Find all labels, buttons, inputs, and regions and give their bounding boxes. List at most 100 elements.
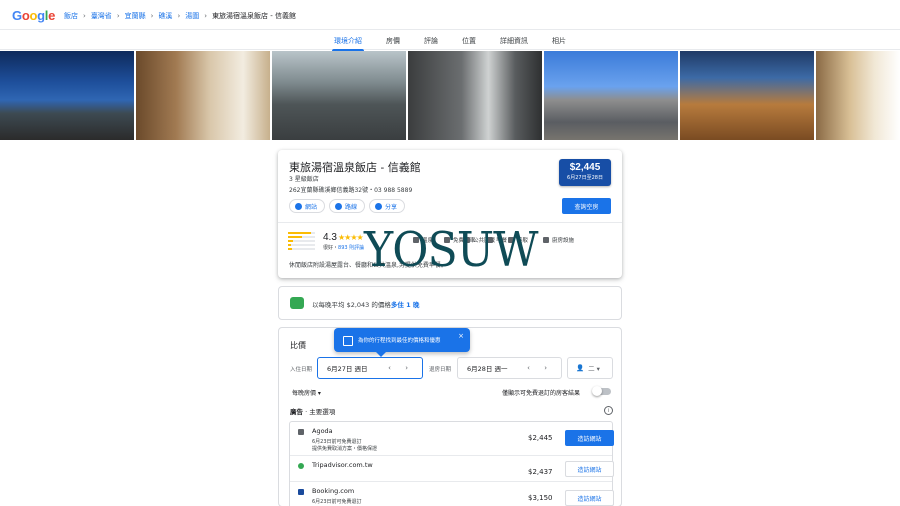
review-prefix: 很好	[323, 245, 334, 251]
logo-letter: o	[29, 8, 38, 23]
amenity-label: 廚房設施	[552, 238, 575, 244]
photo-strip[interactable]	[0, 51, 900, 140]
provider-logo-icon	[298, 463, 304, 469]
rating-histogram	[288, 232, 315, 252]
offer-row[interactable]: Booking.com 6月23日前可免費退訂 $3,150 造訪網站	[290, 482, 614, 506]
visit-site-button[interactable]: 造訪網站	[565, 490, 614, 506]
provider-name: Booking.com	[312, 487, 355, 495]
checkout-date-value: 6月28日 週一	[467, 365, 508, 373]
tab-3[interactable]: 位置	[450, 30, 488, 50]
directions-button[interactable]: 路線	[329, 199, 366, 213]
breadcrumb: 飯店 › 臺灣省 › 宜蘭縣 › 礁溪 › 湯圍 › 東旅湯宿溫泉飯店 - 信義館	[64, 11, 296, 21]
tip-prefix: 以每晚平均 $2,043 的價格	[312, 301, 391, 309]
free-cancel-label: 僅顯示可免費退訂的房客結果	[502, 390, 581, 397]
tab-bar: 環境介紹 房價 評論 位置 詳細資訊 相片	[0, 30, 900, 51]
compare-title: 比價	[290, 341, 306, 350]
tip-link[interactable]: 多住 1 晚	[391, 301, 420, 309]
checkout-date-field[interactable]: 6月28日 週一 ‹ ›	[457, 357, 562, 379]
provider-logo-icon	[298, 489, 304, 495]
hotel-address: 262宜蘭縣礁溪鄉信義路32號・03 988 5889	[289, 187, 413, 194]
checkin-date-field[interactable]: 6月27日 週日 ‹ ›	[317, 357, 423, 379]
price-dates: 6月27日至28日	[567, 175, 603, 181]
logo-letter: o	[21, 8, 30, 23]
photo-exterior-night[interactable]	[0, 51, 134, 140]
rating-value: 4.3	[323, 232, 337, 243]
breadcrumb-link[interactable]: 湯圍	[185, 12, 199, 20]
photo-bath-stone[interactable]	[272, 51, 406, 140]
close-icon[interactable]: ×	[458, 332, 464, 340]
photo-restaurant[interactable]	[680, 51, 814, 140]
offer-list: Agoda 6月23日前可免費退訂 提供免費取消方案・價格保證 $2,445 造訪網站 T…	[289, 421, 614, 506]
tab-5[interactable]: 相片	[540, 30, 578, 50]
breadcrumb-link[interactable]: 宜蘭縣	[125, 12, 146, 20]
rating-bar	[288, 236, 315, 238]
tip-text: 以每晚平均 $2,043 的價格多住 1 晚	[312, 299, 419, 309]
logo-letter: G	[12, 8, 22, 23]
visit-site-button[interactable]: 造訪網站	[565, 430, 614, 446]
ads-heading: 廣告 · 主要選項	[290, 406, 335, 416]
longer-stay-tip[interactable]: 以每晚平均 $2,043 的價格多住 1 晚	[278, 286, 622, 320]
photo-shower[interactable]	[408, 51, 542, 140]
guests-selector[interactable]: 👤 二 ▾	[567, 357, 613, 379]
check-availability-button[interactable]: 查詢空房	[562, 198, 611, 214]
price-tip-tooltip: 為你的行程找到最佳的價格和優惠 ×	[334, 328, 470, 357]
price-mode-dropdown[interactable]: 每晚房價 ▾	[292, 388, 321, 397]
breadcrumb-separator: ›	[204, 12, 208, 20]
breadcrumb-current: 東旅湯宿溫泉飯店 - 信義館	[212, 12, 297, 20]
offer-note-2: 提供免費取消方案・價格保證	[312, 446, 378, 452]
breadcrumb-separator: ›	[150, 12, 154, 20]
tab-2[interactable]: 評論	[412, 30, 450, 50]
directions-icon	[335, 202, 343, 210]
rating-bar	[288, 244, 315, 246]
calendar-plus-icon	[290, 297, 304, 309]
tab-4[interactable]: 詳細資訊	[488, 30, 540, 50]
info-icon[interactable]: i	[604, 406, 613, 415]
amenity-item: 廚房設施	[543, 236, 574, 244]
share-label: 分享	[385, 203, 398, 211]
price-badge[interactable]: $2,445 6月27日至28日	[559, 159, 611, 186]
photo-exterior-day[interactable]	[544, 51, 678, 140]
breadcrumb-link[interactable]: 臺灣省	[91, 12, 112, 20]
share-button[interactable]: 分享	[369, 199, 406, 213]
globe-icon	[295, 202, 302, 210]
breadcrumb-link[interactable]: 飯店	[64, 12, 78, 20]
website-button[interactable]: 網站	[289, 199, 326, 213]
rating-bar	[288, 240, 315, 242]
breadcrumb-link[interactable]: 礁溪	[158, 12, 172, 20]
hotel-name: 東旅湯宿溫泉飯店 - 信義館	[289, 161, 421, 174]
provider-name: Tripadvisor.com.tw	[312, 461, 373, 469]
reviews-link[interactable]: 893 則評論	[338, 245, 364, 251]
top-bar: Google 飯店 › 臺灣省 › 宜蘭縣 › 礁溪 › 湯圍 › 東旅湯宿溫泉飯店 - 信義館	[0, 0, 900, 30]
logo-letter: e	[48, 8, 56, 23]
checkin-date-value: 6月27日 週日	[327, 365, 368, 373]
offer-note: 6月23日前可免費退訂	[312, 439, 362, 445]
review-summary: 很好・893 則評論	[323, 245, 365, 251]
tab-1[interactable]: 房價	[374, 30, 412, 50]
checkin-label: 入住日期	[290, 367, 313, 373]
date-arrows[interactable]: ‹ ›	[527, 364, 553, 372]
breadcrumb-separator: ›	[83, 12, 86, 20]
website-label: 網站	[305, 203, 318, 211]
provider-name: Agoda	[312, 427, 333, 435]
offer-price: $3,150	[528, 494, 553, 502]
tooltip-text: 為你的行程找到最佳的價格和優惠	[358, 338, 441, 344]
rating-stars: ★★★★	[338, 233, 364, 242]
photo-bedroom[interactable]	[136, 51, 270, 140]
provider-logo-icon	[298, 429, 304, 435]
hotel-class: 3 星級飯店	[289, 176, 319, 183]
checkout-label: 退房日期	[429, 367, 452, 373]
tab-0[interactable]: 環境介紹	[322, 30, 374, 51]
person-icon: 👤	[576, 364, 585, 372]
offer-row[interactable]: Tripadvisor.com.tw $2,437 造訪網站	[290, 456, 614, 482]
rating-bar	[288, 232, 315, 234]
free-cancel-toggle[interactable]	[592, 386, 611, 396]
google-logo[interactable]: Google	[12, 8, 55, 23]
photo-room-lamp[interactable]	[816, 51, 900, 140]
offer-row[interactable]: Agoda 6月23日前可免費退訂 提供免費取消方案・價格保證 $2,445 造訪網站	[290, 422, 614, 456]
visit-site-button[interactable]: 造訪網站	[565, 461, 614, 477]
price-value: $2,445	[569, 162, 601, 173]
breadcrumb-separator: ›	[177, 12, 181, 20]
offer-price: $2,445	[528, 434, 553, 442]
date-arrows[interactable]: ‹ ›	[388, 364, 414, 372]
rating-bar	[288, 248, 315, 250]
